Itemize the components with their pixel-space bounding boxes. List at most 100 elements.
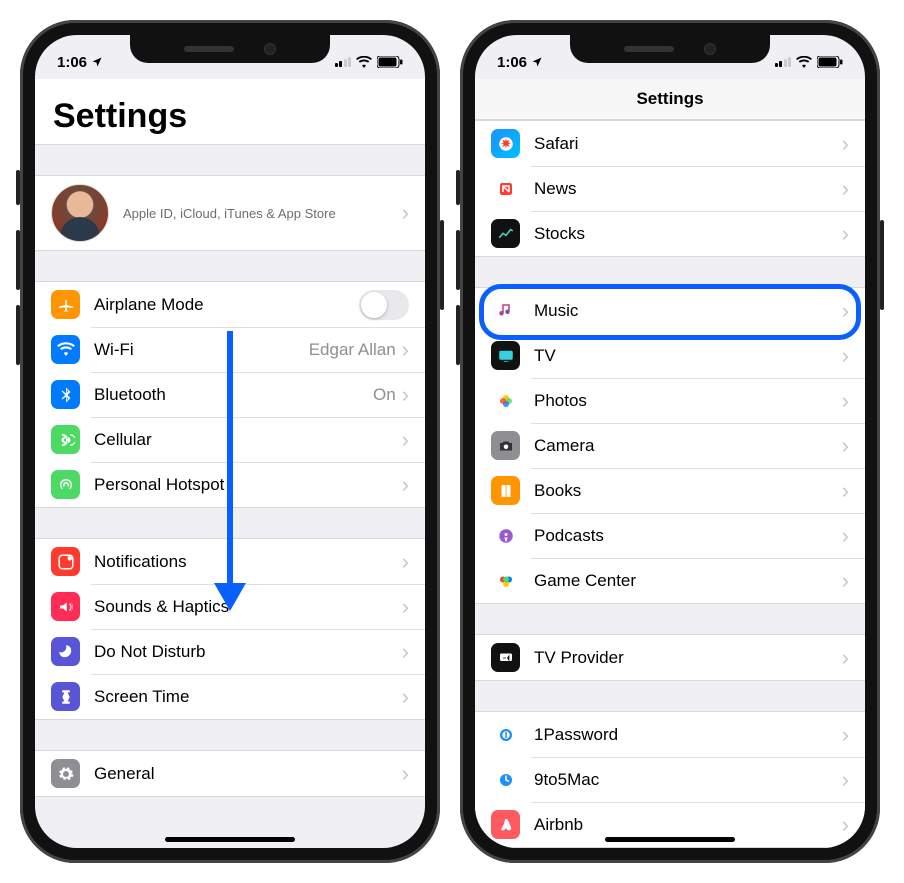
row-label: Music: [534, 301, 842, 321]
row-screentime[interactable]: Screen Time›: [35, 674, 425, 720]
wifi-icon: [51, 335, 80, 364]
phone-left: 1:06 Settings Apple ID, iCloud, iTunes &…: [20, 20, 440, 863]
onepass-icon: [491, 720, 520, 749]
screen-left: 1:06 Settings Apple ID, iCloud, iTunes &…: [35, 35, 425, 848]
wifi-icon: [356, 56, 372, 68]
row-label: Sounds & Haptics: [94, 597, 402, 617]
row-camera[interactable]: Camera›: [475, 423, 865, 468]
row-photos[interactable]: Photos›: [475, 378, 865, 423]
row-gamecenter[interactable]: Game Center›: [475, 558, 865, 604]
chevron-icon: ›: [842, 523, 849, 549]
row-general[interactable]: General›: [35, 750, 425, 797]
row-label: Airbnb: [534, 815, 842, 835]
notifications-icon: [51, 547, 80, 576]
chevron-icon: ›: [842, 478, 849, 504]
row-value: On: [373, 385, 396, 405]
row-label: Game Center: [534, 571, 842, 591]
row-podcasts[interactable]: Podcasts›: [475, 513, 865, 558]
podcasts-icon: [491, 521, 520, 550]
photos-icon: [491, 386, 520, 415]
general-icon: [51, 759, 80, 788]
chevron-icon: ›: [842, 388, 849, 414]
row-notifications[interactable]: Notifications›: [35, 538, 425, 584]
row-label: 1Password: [534, 725, 842, 745]
row-music[interactable]: Music›: [475, 287, 865, 333]
chevron-icon: ›: [842, 221, 849, 247]
row-label: Screen Time: [94, 687, 402, 707]
status-time: 1:06: [57, 54, 87, 71]
chevron-icon: ›: [402, 337, 409, 363]
row-cellular[interactable]: Cellular›: [35, 417, 425, 462]
chevron-icon: ›: [402, 761, 409, 787]
chevron-icon: ›: [402, 639, 409, 665]
news-icon: [491, 174, 520, 203]
tvprovider-icon: [491, 643, 520, 672]
row-stocks[interactable]: Stocks›: [475, 211, 865, 257]
row-label: TV: [534, 346, 842, 366]
apple-id-sub: Apple ID, iCloud, iTunes & App Store: [123, 206, 402, 221]
chevron-icon: ›: [842, 645, 849, 671]
home-indicator[interactable]: [165, 837, 295, 842]
row-value: Edgar Allan: [309, 340, 396, 360]
row-news[interactable]: News›: [475, 166, 865, 211]
row-label: Notifications: [94, 552, 402, 572]
row-hotspot[interactable]: Personal Hotspot›: [35, 462, 425, 508]
chevron-icon: ›: [842, 176, 849, 202]
screentime-icon: [51, 682, 80, 711]
status-time: 1:06: [497, 54, 527, 71]
row-sounds[interactable]: Sounds & Haptics›: [35, 584, 425, 629]
row-bluetooth[interactable]: BluetoothOn›: [35, 372, 425, 417]
chevron-icon: ›: [402, 684, 409, 710]
toggle[interactable]: [359, 290, 409, 320]
signal-icon: [775, 57, 792, 67]
notch: [570, 35, 770, 63]
chevron-icon: ›: [842, 767, 849, 793]
row-label: Do Not Disturb: [94, 642, 402, 662]
ninetofive-icon: [491, 765, 520, 794]
row-label: General: [94, 764, 402, 784]
battery-icon: [817, 56, 843, 68]
row-dnd[interactable]: Do Not Disturb›: [35, 629, 425, 674]
row-label: Books: [534, 481, 842, 501]
wifi-icon: [796, 56, 812, 68]
row-label: Podcasts: [534, 526, 842, 546]
row-onepass[interactable]: 1Password›: [475, 711, 865, 757]
row-airplane[interactable]: Airplane Mode: [35, 281, 425, 327]
row-ninetofive[interactable]: 9to5Mac›: [475, 757, 865, 802]
row-label: 9to5Mac: [534, 770, 842, 790]
apple-id-row[interactable]: Apple ID, iCloud, iTunes & App Store ›: [35, 175, 425, 251]
row-books[interactable]: Books›: [475, 468, 865, 513]
chevron-icon: ›: [402, 200, 409, 226]
avatar: [51, 184, 109, 242]
chevron-icon: ›: [842, 722, 849, 748]
hotspot-icon: [51, 470, 80, 499]
cellular-icon: [51, 425, 80, 454]
chevron-icon: ›: [842, 568, 849, 594]
location-icon: [91, 56, 103, 68]
dnd-icon: [51, 637, 80, 666]
books-icon: [491, 476, 520, 505]
stocks-icon: [491, 219, 520, 248]
battery-icon: [377, 56, 403, 68]
tv-icon: [491, 341, 520, 370]
notch: [130, 35, 330, 63]
row-label: Cellular: [94, 430, 402, 450]
row-label: TV Provider: [534, 648, 842, 668]
row-label: Airplane Mode: [94, 295, 359, 315]
chevron-icon: ›: [402, 472, 409, 498]
row-label: Wi-Fi: [94, 340, 309, 360]
signal-icon: [335, 57, 352, 67]
row-label: Camera: [534, 436, 842, 456]
airplane-icon: [51, 290, 80, 319]
row-tvprovider[interactable]: TV Provider›: [475, 634, 865, 681]
row-tv[interactable]: TV›: [475, 333, 865, 378]
row-safari[interactable]: Safari›: [475, 120, 865, 166]
safari-icon: [491, 129, 520, 158]
row-label: Safari: [534, 134, 842, 154]
bluetooth-icon: [51, 380, 80, 409]
home-indicator[interactable]: [605, 837, 735, 842]
airbnb-icon: [491, 810, 520, 839]
chevron-icon: ›: [402, 427, 409, 453]
row-wifi[interactable]: Wi-FiEdgar Allan ›: [35, 327, 425, 372]
location-icon: [531, 56, 543, 68]
